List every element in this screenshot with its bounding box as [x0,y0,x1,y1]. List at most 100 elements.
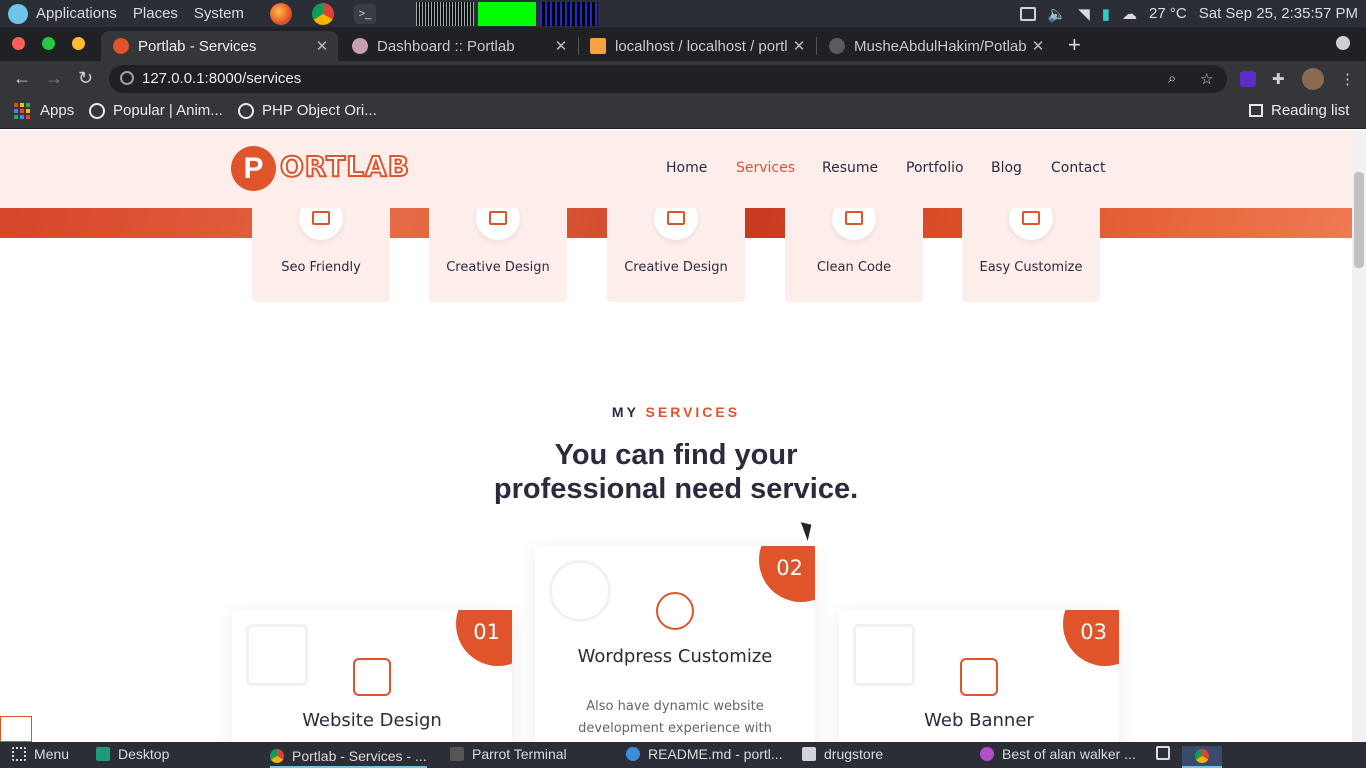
firefox-icon[interactable] [269,2,292,25]
phpmyadmin-favicon-icon [590,38,606,54]
close-tab-icon[interactable]: ✕ [789,37,809,55]
profile-avatar[interactable] [1302,68,1324,90]
taskbar-chrome-portlab[interactable]: Portlab - Services - ... [270,746,427,768]
feature-card-creative-2: Creative Design [607,196,745,302]
places-menu[interactable]: Places [133,5,178,22]
section-title-line-1: You can find your [554,439,798,471]
taskbar-terminal[interactable]: Parrot Terminal [450,746,567,762]
maximize-window-button[interactable] [42,37,55,50]
volume-icon[interactable]: 🔈 [1048,5,1067,23]
feature-label: Clean Code [816,260,892,275]
monitor-watermark-icon [246,624,308,686]
feature-label: Easy Customize [979,260,1083,275]
bookmark-apps[interactable]: Apps [14,102,74,119]
zoom-icon[interactable]: ⌕ [1168,70,1176,87]
extension-badge-icon[interactable] [0,716,32,742]
service-title: Website Design [302,710,442,731]
chrome-icon[interactable] [311,2,334,25]
tab-title: localhost / localhost / portl [615,37,788,55]
taskbar-desktop[interactable]: Desktop [96,746,169,762]
bookmark-php-object[interactable]: PHP Object Ori... [238,102,377,119]
portlab-logo-mark[interactable]: P [231,146,276,191]
taskbar-drugstore[interactable]: drugstore [802,746,883,762]
menu-grid-icon [12,747,26,761]
service-card-web-banner[interactable]: 03 Web Banner [839,610,1119,742]
reading-list-icon [1249,104,1263,117]
download-extension-icon[interactable] [1240,71,1256,87]
nav-home[interactable]: Home [666,160,707,176]
close-tab-icon[interactable]: ✕ [551,37,571,55]
scrollbar-thumb[interactable] [1354,172,1364,268]
section-title: You can find your professional need serv… [0,438,1352,506]
kicker-accent-text: SERVICES [645,404,741,420]
extensions-icon[interactable]: ✚ [1272,70,1285,88]
nav-contact[interactable]: Contact [1051,160,1105,176]
logo-letter: P [243,151,264,185]
nav-portfolio[interactable]: Portfolio [906,160,964,176]
feature-label: Creative Design [446,260,550,275]
system-tray: 🔈 ◥ ▮ ☁ 27 °C Sat Sep 25, 2:35:57 PM [1019,0,1358,27]
keyboard-icon[interactable] [1019,6,1036,21]
service-card-wordpress[interactable]: 02 Wordpress Customize Also have dynamic… [535,546,815,742]
tab-search-icon[interactable] [1336,36,1350,50]
chrome-icon [270,749,284,763]
tab-dashboard[interactable]: Dashboard :: Portlab ✕ [340,31,577,61]
back-icon[interactable]: ← [13,68,31,89]
tab-title: Portlab - Services [138,37,257,55]
service-number: 01 [473,620,500,644]
site-info-icon[interactable] [120,71,134,85]
reload-icon[interactable]: ↻ [78,68,93,89]
nav-services[interactable]: Services [736,160,795,176]
forward-icon[interactable]: → [45,68,63,89]
tab-portlab-services[interactable]: Portlab - Services ✕ [101,31,338,61]
tab-title: Dashboard :: Portlab [377,37,515,55]
wifi-icon[interactable]: ◥ [1078,5,1090,23]
bookmark-label: PHP Object Ori... [262,102,377,119]
close-tab-icon[interactable]: ✕ [312,37,332,55]
network-graph [539,1,598,26]
bookmark-popular-anime[interactable]: Popular | Anim... [89,102,223,119]
taskbar-label: Desktop [118,746,170,762]
applications-menu[interactable]: Applications [36,5,117,22]
taskbar-menu[interactable]: Menu [12,746,69,762]
apps-grid-icon [14,102,30,119]
tab-github[interactable]: MusheAbdulHakim/Potlab ✕ [817,31,1054,61]
system-menu[interactable]: System [194,5,244,22]
battery-icon[interactable]: ▮ [1102,5,1110,23]
chrome-menu-icon[interactable]: ⋮ [1340,70,1355,88]
tab-phpmyadmin[interactable]: localhost / localhost / portl ✕ [578,31,815,61]
bookmark-star-icon[interactable]: ☆ [1200,70,1213,88]
vscode-icon [626,747,640,761]
feature-card-clean-code: Clean Code [785,196,923,302]
parrot-logo-icon[interactable] [8,3,28,24]
tab-title: MusheAbdulHakim/Potlab [854,37,1027,55]
taskbar-readme[interactable]: README.md - portl... [626,746,783,762]
close-window-button[interactable] [12,37,25,50]
os-taskbar: Menu Desktop Portlab - Services - ... Pa… [0,742,1366,768]
url-text[interactable]: 127.0.0.1:8000/services [142,70,301,87]
taskbar-chrome-launcher[interactable] [1182,746,1222,768]
minimize-window-button[interactable] [72,37,85,50]
nav-resume[interactable]: Resume [822,160,878,176]
site-header: P ORTLAB Home Services Resume Portfolio … [0,130,1352,208]
feature-label: Creative Design [624,260,728,275]
taskbar-music[interactable]: Best of alan walker ... [980,746,1136,762]
nav-blog[interactable]: Blog [991,160,1022,176]
terminal-icon[interactable]: >_ [353,3,376,24]
reading-list-button[interactable]: Reading list [1249,102,1349,119]
applications-label: Applications [36,5,117,22]
wordpress-watermark-icon [549,560,611,622]
portlab-favicon-icon [113,38,129,54]
bookmark-label: Apps [40,102,75,119]
new-tab-button[interactable]: + [1068,32,1081,58]
datetime-text[interactable]: Sat Sep 25, 2:35:57 PM [1199,5,1358,22]
globe-icon [238,102,254,119]
close-tab-icon[interactable]: ✕ [1028,37,1048,55]
taskbar-screenshot-tool[interactable] [1156,746,1178,760]
taskbar-label: README.md - portl... [648,746,783,762]
kicker-text: MY [611,404,639,420]
portlab-logo-text[interactable]: ORTLAB [279,149,410,184]
service-number: 03 [1080,620,1107,644]
service-card-website-design[interactable]: 01 Website Design [232,610,512,742]
desktop-icon [96,747,110,761]
